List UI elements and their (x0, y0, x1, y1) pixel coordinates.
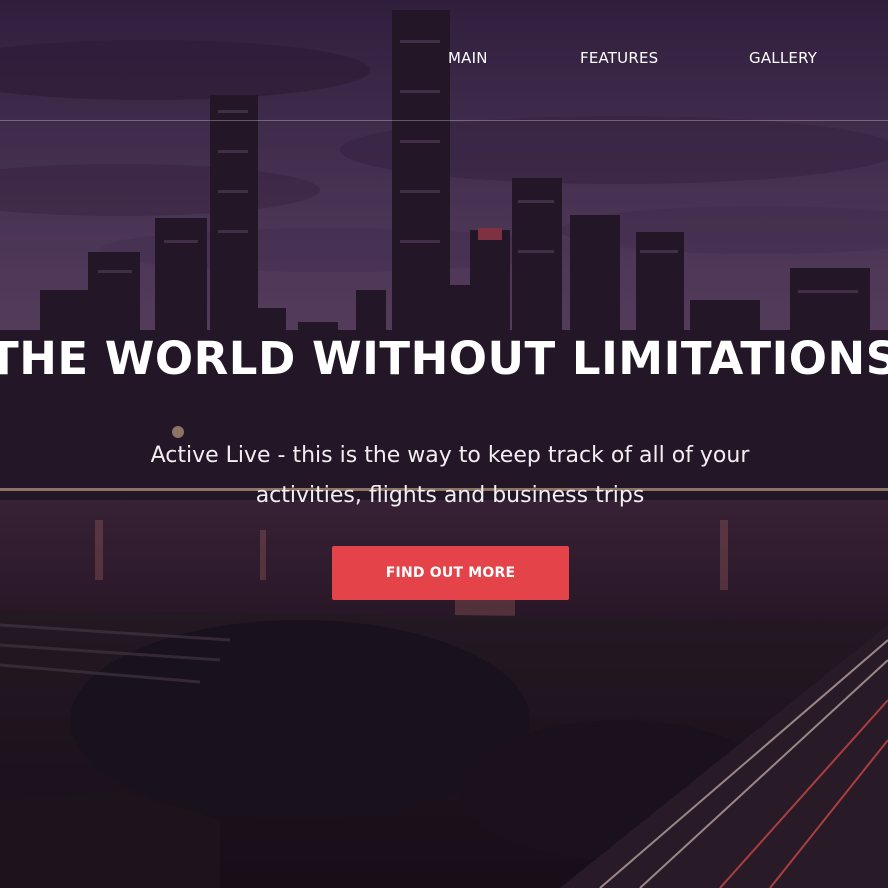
find-out-more-button[interactable]: FIND OUT MORE (332, 546, 569, 600)
nav-item-main[interactable]: MAIN (448, 49, 488, 67)
hero-headline: THE WORLD WITHOUT LIMITATIONS (0, 332, 888, 385)
hero-subtitle-line2: activities, flights and business trips (255, 483, 645, 508)
hero-subtitle-line1: Active Live - this is the way to keep tr… (150, 443, 750, 468)
top-navigation: MAIN FEATURES GALLERY (0, 0, 888, 121)
nav-item-features[interactable]: FEATURES (580, 49, 658, 67)
hero-subtitle: Active Live - this is the way to keep tr… (90, 436, 810, 516)
hero-section: MAIN FEATURES GALLERY THE WORLD WITHOUT … (0, 0, 888, 888)
nav-item-gallery[interactable]: GALLERY (749, 49, 817, 67)
